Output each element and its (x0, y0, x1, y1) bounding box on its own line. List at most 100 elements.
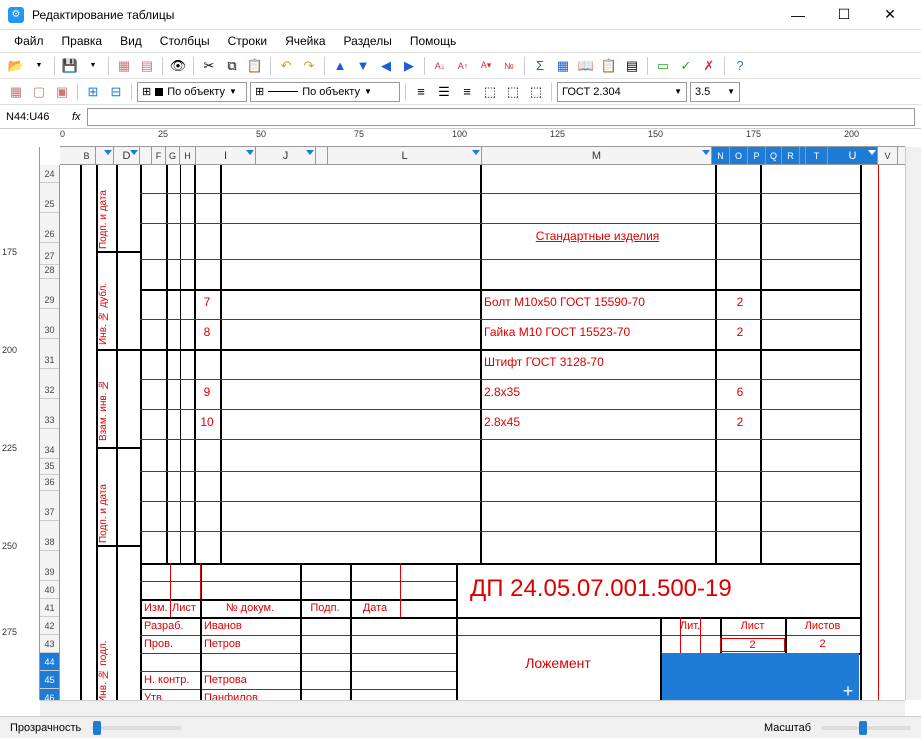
transparency-slider[interactable] (91, 726, 181, 730)
close-button[interactable]: ✕ (867, 0, 913, 30)
size-dropdown[interactable]: 3.5▼ (690, 82, 740, 102)
arrow-up-icon[interactable]: ▲ (330, 56, 350, 76)
formula-input[interactable] (87, 108, 915, 126)
statusbar: Прозрачность Масштаб (0, 716, 921, 738)
border-all-icon[interactable]: ▦ (6, 82, 26, 102)
border-none-icon[interactable]: ▢ (29, 82, 49, 102)
cell-reference: N44:U46 (6, 111, 66, 123)
eye-icon[interactable]: 👁 (168, 56, 188, 76)
ruler-vertical: 175 200 225 250 275 (0, 147, 40, 700)
border-outer-icon[interactable]: ▣ (52, 82, 72, 102)
col-M[interactable]: M (482, 147, 712, 164)
toolbar-2: ▦ ▢ ▣ ⊞ ⊟ ⊞ По объекту▼ ⊞ По объекту▼ ≡ … (0, 78, 921, 104)
menu-columns[interactable]: Столбцы (152, 32, 218, 50)
open-drop-icon[interactable]: ▼ (29, 56, 49, 76)
open-icon[interactable]: 📂 (6, 56, 26, 76)
transparency-label: Прозрачность (10, 722, 81, 734)
scrollbar-horizontal[interactable] (40, 700, 905, 716)
menu-edit[interactable]: Правка (54, 32, 111, 50)
menu-help[interactable]: Помощь (402, 32, 464, 50)
book-icon[interactable]: 📖 (576, 56, 596, 76)
clipboard-icon[interactable]: 📋 (599, 56, 619, 76)
arrow-right-icon[interactable]: ▶ (399, 56, 419, 76)
paste-icon[interactable]: 📋 (245, 56, 265, 76)
grid-icon[interactable]: ▤ (137, 56, 157, 76)
menubar: Файл Правка Вид Столбцы Строки Ячейка Ра… (0, 30, 921, 52)
menu-cell[interactable]: Ячейка (277, 32, 333, 50)
copy-icon[interactable]: ⧉ (222, 56, 242, 76)
col-P[interactable]: P (748, 147, 766, 164)
scale-label: Масштаб (764, 722, 811, 734)
align-center-icon[interactable]: ☰ (434, 82, 454, 102)
cells-icon[interactable]: ▦ (114, 56, 134, 76)
check-icon[interactable]: ✓ (676, 56, 696, 76)
fx-icon[interactable]: fx (72, 111, 81, 123)
sort-num-icon[interactable]: № (499, 56, 519, 76)
cancel-icon[interactable]: ✗ (699, 56, 719, 76)
col-I[interactable]: I (196, 147, 256, 164)
label-podp-data-1: Подп. и дата (98, 171, 109, 249)
row-headers[interactable]: 24 25 26 27 28 29 30 31 32 33 34 35 36 3… (40, 165, 60, 700)
toolbar-1: 📂 ▼ 💾 ▼ ▦ ▤ 👁 ✂ ⧉ 📋 ↶ ↷ ▲ ▼ ◀ ▶ A↓ A↑ A▾… (0, 52, 921, 78)
redo-icon[interactable]: ↷ (299, 56, 319, 76)
titlebar: ⚙ Редактирование таблицы — ☐ ✕ (0, 0, 921, 30)
scale-slider[interactable] (821, 726, 911, 730)
align-right-icon[interactable]: ≡ (457, 82, 477, 102)
arrow-down-icon[interactable]: ▼ (353, 56, 373, 76)
align-top-icon[interactable]: ⬚ (480, 82, 500, 102)
minimize-button[interactable]: — (775, 0, 821, 30)
align-bot-icon[interactable]: ⬚ (526, 82, 546, 102)
line-type-dropdown[interactable]: ⊞ По объекту▼ (250, 82, 400, 102)
line-style-dropdown[interactable]: ⊞ По объекту▼ (137, 82, 247, 102)
selection-handle[interactable]: + (840, 685, 856, 700)
sheet[interactable]: Подп. и дата Инв. № дубл. Взам. инв. № П… (60, 165, 905, 700)
check-green-icon[interactable]: ▭ (653, 56, 673, 76)
align-left-icon[interactable]: ≡ (411, 82, 431, 102)
label-podp-data-2: Подп. и дата (98, 465, 109, 543)
scrollbar-vertical[interactable] (905, 147, 921, 700)
sheet-icon[interactable]: ▤ (622, 56, 642, 76)
label-inv-dubl: Инв. № дубл. (98, 265, 109, 345)
menu-view[interactable]: Вид (112, 32, 150, 50)
filter-icon[interactable]: A▾ (476, 56, 496, 76)
col-R[interactable]: R (782, 147, 800, 164)
col-B[interactable]: B (78, 147, 96, 164)
sort-za-icon[interactable]: A↑ (453, 56, 473, 76)
col-D[interactable]: D (114, 147, 140, 164)
label-inv-podl: Инв. № подл. (98, 619, 109, 700)
undo-icon[interactable]: ↶ (276, 56, 296, 76)
arrow-left-icon[interactable]: ◀ (376, 56, 396, 76)
col-T[interactable]: T (806, 147, 828, 164)
col-L[interactable]: L (328, 147, 482, 164)
menu-sections[interactable]: Разделы (336, 32, 400, 50)
col-V[interactable]: V (878, 147, 898, 164)
menu-rows[interactable]: Строки (220, 32, 275, 50)
app-icon: ⚙ (8, 7, 24, 23)
toggle-icon[interactable]: ⊞ (83, 82, 103, 102)
cell-reference-bar: N44:U46 fx (0, 104, 921, 128)
align-mid-icon[interactable]: ⬚ (503, 82, 523, 102)
col-F[interactable]: F (152, 147, 166, 164)
col-U[interactable]: U (828, 147, 878, 164)
toggle2-icon[interactable]: ⊟ (106, 82, 126, 102)
canvas-area: 0 25 50 75 100 125 150 175 200 175 200 2… (0, 128, 921, 716)
col-G[interactable]: G (166, 147, 180, 164)
cut-icon[interactable]: ✂ (199, 56, 219, 76)
save-icon[interactable]: 💾 (60, 56, 80, 76)
save-drop-icon[interactable]: ▼ (83, 56, 103, 76)
label-vzam: Взам. инв. № (98, 361, 109, 441)
sum-icon[interactable]: Σ (530, 56, 550, 76)
sort-az-icon[interactable]: A↓ (430, 56, 450, 76)
help-icon[interactable]: ? (730, 56, 750, 76)
col-H[interactable]: H (180, 147, 196, 164)
std-items-header: Стандартные изделия (480, 229, 715, 243)
col-J[interactable]: J (256, 147, 316, 164)
maximize-button[interactable]: ☐ (821, 0, 867, 30)
col-N[interactable]: N (712, 147, 730, 164)
menu-file[interactable]: Файл (6, 32, 52, 50)
column-headers[interactable]: B D F G H I J L M N O P Q R T U V (60, 147, 905, 165)
col-Q[interactable]: Q (766, 147, 782, 164)
font-dropdown[interactable]: ГОСТ 2.304▼ (557, 82, 687, 102)
col-O[interactable]: O (730, 147, 748, 164)
table-icon[interactable]: ▦ (553, 56, 573, 76)
